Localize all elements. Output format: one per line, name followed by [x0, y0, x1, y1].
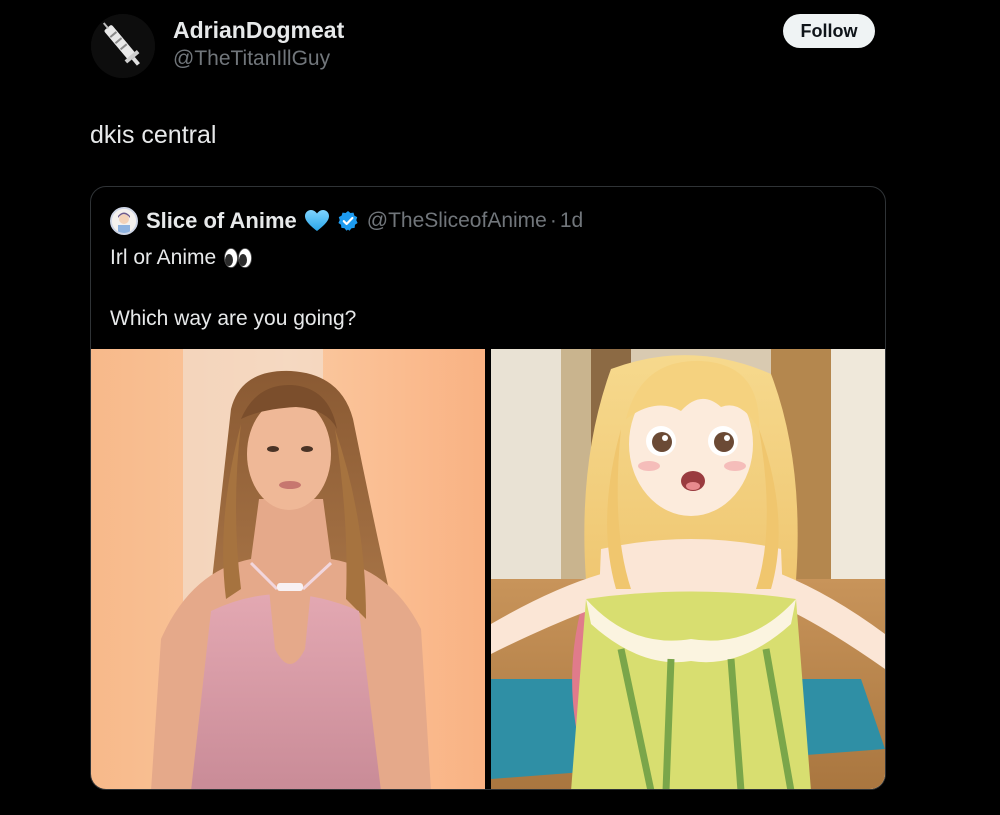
tweet-text: dkis central [90, 121, 217, 149]
quoted-tweet-text-1: Irl or Anime [110, 246, 217, 269]
quoted-tweet-text-2: Which way are you going? [110, 307, 357, 330]
quoted-author-avatar[interactable] [110, 207, 138, 235]
quoted-tweet-media[interactable] [91, 349, 885, 789]
follow-button[interactable]: Follow [783, 14, 875, 48]
author-display-name[interactable]: AdrianDogmeat [173, 17, 344, 44]
quoted-tweet-header: Slice of Anime @TheSliceofAnime · 1d [110, 207, 583, 235]
author-handle[interactable]: @TheTitanIllGuy [173, 47, 330, 71]
photo-woman-pink-dress [91, 349, 485, 789]
syringe-icon [91, 14, 155, 78]
quoted-author-handle[interactable]: @TheSliceofAnime [367, 209, 547, 233]
quoted-tweet-card[interactable]: Slice of Anime @TheSliceofAnime · 1d Irl… [90, 186, 886, 790]
media-image-right[interactable] [491, 349, 885, 789]
quoted-author-name[interactable]: Slice of Anime [146, 208, 297, 234]
separator-dot: · [549, 209, 557, 232]
media-photo-left[interactable] [91, 349, 485, 789]
eyes-icon [223, 247, 253, 269]
author-avatar[interactable] [91, 14, 155, 78]
verified-badge-icon [337, 210, 359, 232]
blue-heart-icon [304, 209, 330, 233]
anime-girl-illustration [491, 349, 885, 789]
quoted-tweet-line-1: Irl or Anime [110, 246, 253, 270]
tweet-page: AdrianDogmeat @TheTitanIllGuy Follow dki… [0, 0, 1000, 815]
anime-avatar-icon [112, 209, 136, 233]
quoted-tweet-time[interactable]: 1d [560, 209, 583, 233]
